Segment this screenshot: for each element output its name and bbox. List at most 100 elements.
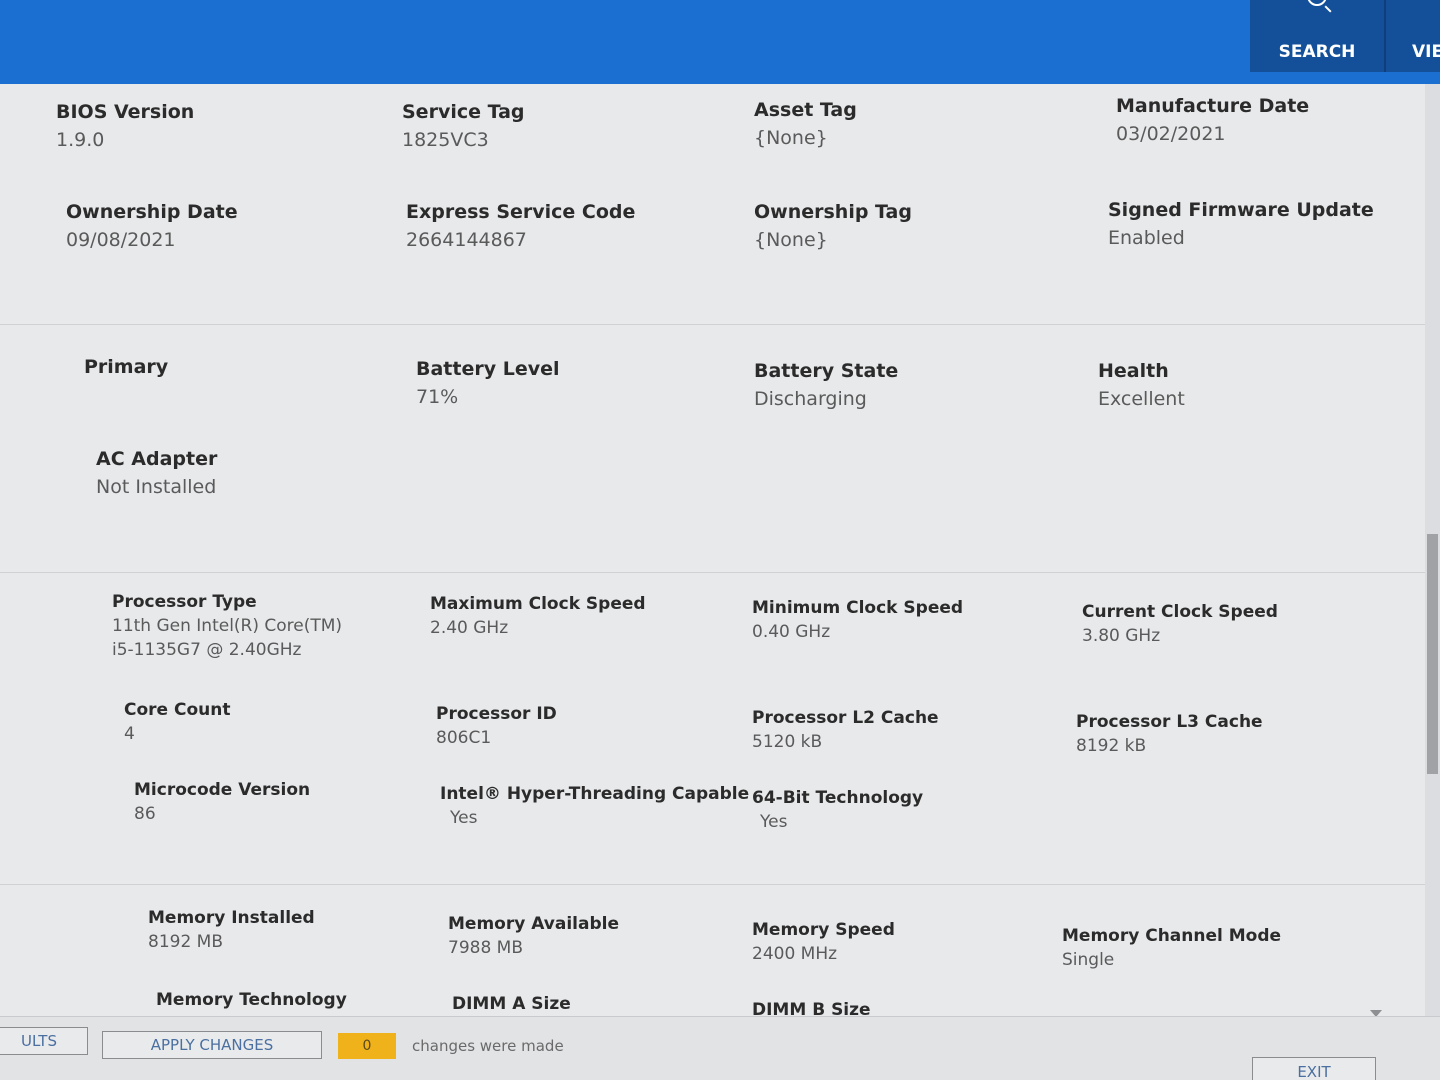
l2-cache-field: Processor L2 Cache 5120 kB: [752, 707, 1072, 755]
express-service-code-value: 2664144867: [406, 228, 527, 251]
bios-version-label: BIOS Version: [56, 101, 195, 123]
top-header-bar: SEARCH VIE: [0, 0, 1440, 84]
min-clock-field: Minimum Clock Speed 0.40 GHz: [752, 597, 1072, 645]
service-tag-field: Service Tag 1825VC3: [402, 100, 722, 153]
search-button[interactable]: SEARCH: [1250, 0, 1384, 72]
system-section: BIOS Version 1.9.0 Service Tag 1825VC3 A…: [0, 84, 1425, 324]
search-button-label: SEARCH: [1278, 42, 1356, 62]
microcode-version-value: 86: [134, 804, 156, 825]
dimm-b-size-label: DIMM B Size: [752, 1000, 871, 1016]
manufacture-date-label: Manufacture Date: [1116, 95, 1310, 117]
max-clock-field: Maximum Clock Speed 2.40 GHz: [430, 593, 750, 641]
processor-id-value: 806C1: [436, 728, 492, 749]
processor-type-field: Processor Type 11th Gen Intel(R) Core(TM…: [112, 591, 412, 663]
64bit-technology-value: Yes: [760, 812, 788, 833]
battery-state-label: Battery State: [754, 360, 899, 382]
battery-state-field: Battery State Discharging: [754, 359, 1074, 412]
signed-firmware-update-field: Signed Firmware Update Enabled: [1108, 198, 1425, 251]
primary-battery-label: Primary: [84, 356, 169, 378]
l3-cache-label: Processor L3 Cache: [1076, 712, 1263, 732]
processor-type-value-line1: 11th Gen Intel(R) Core(TM): [112, 616, 343, 637]
asset-tag-value: {None}: [754, 126, 828, 149]
ownership-tag-field: Ownership Tag {None}: [754, 200, 1074, 253]
l2-cache-label: Processor L2 Cache: [752, 708, 939, 728]
l2-cache-value: 5120 kB: [752, 732, 823, 753]
signed-firmware-update-label: Signed Firmware Update: [1108, 199, 1374, 221]
restore-defaults-button[interactable]: ULTS: [0, 1027, 88, 1055]
battery-level-label: Battery Level: [416, 358, 560, 380]
vertical-scrollbar[interactable]: [1425, 84, 1440, 1016]
current-clock-field: Current Clock Speed 3.80 GHz: [1082, 601, 1402, 649]
min-clock-label: Minimum Clock Speed: [752, 598, 964, 618]
signed-firmware-update-value: Enabled: [1108, 226, 1185, 249]
core-count-field: Core Count 4: [124, 699, 444, 747]
ownership-date-field: Ownership Date 09/08/2021: [66, 200, 386, 253]
battery-section: Primary Battery Level 71% Battery State …: [0, 324, 1425, 562]
ac-adapter-field: AC Adapter Not Installed: [96, 447, 416, 500]
64bit-technology-field: 64-Bit Technology Yes: [752, 787, 1072, 835]
l3-cache-value: 8192 kB: [1076, 736, 1147, 757]
service-tag-label: Service Tag: [402, 101, 525, 123]
memory-channel-mode-label: Memory Channel Mode: [1062, 926, 1282, 946]
express-service-code-label: Express Service Code: [406, 201, 636, 223]
memory-available-value: 7988 MB: [448, 938, 523, 959]
memory-available-label: Memory Available: [448, 914, 619, 934]
memory-installed-value: 8192 MB: [148, 932, 223, 953]
memory-channel-mode-value: Single: [1062, 950, 1115, 971]
hyperthreading-value: Yes: [450, 808, 478, 829]
processor-id-label: Processor ID: [436, 704, 557, 724]
asset-tag-field: Asset Tag {None}: [754, 98, 1074, 151]
battery-health-label: Health: [1098, 360, 1169, 382]
ownership-tag-label: Ownership Tag: [754, 201, 912, 223]
battery-state-value: Discharging: [754, 387, 867, 410]
dimm-b-size-field: DIMM B Size: [752, 999, 1072, 1016]
manufacture-date-value: 03/02/2021: [1116, 122, 1226, 145]
bios-version-field: BIOS Version 1.9.0: [56, 100, 376, 153]
core-count-value: 4: [124, 724, 135, 745]
processor-id-field: Processor ID 806C1: [436, 703, 756, 751]
battery-level-field: Battery Level 71%: [416, 357, 736, 410]
service-tag-value: 1825VC3: [402, 128, 489, 151]
memory-technology-label: Memory Technology: [156, 990, 347, 1010]
64bit-technology-label: 64-Bit Technology: [752, 788, 924, 808]
core-count-label: Core Count: [124, 700, 231, 720]
ownership-date-value: 09/08/2021: [66, 228, 176, 251]
restore-defaults-label: ULTS: [21, 1032, 57, 1050]
memory-installed-label: Memory Installed: [148, 908, 315, 928]
memory-installed-field: Memory Installed 8192 MB: [148, 907, 468, 955]
current-clock-value: 3.80 GHz: [1082, 626, 1161, 647]
express-service-code-field: Express Service Code 2664144867: [406, 200, 726, 253]
min-clock-value: 0.40 GHz: [752, 622, 831, 643]
memory-section: Memory Installed 8192 MB Memory Availabl…: [0, 884, 1425, 1016]
scrollbar-thumb[interactable]: [1427, 534, 1438, 774]
system-information-panel: BIOS Version 1.9.0 Service Tag 1825VC3 A…: [0, 84, 1425, 1016]
exit-button-label: EXIT: [1297, 1063, 1331, 1080]
view-button[interactable]: VIE: [1386, 0, 1440, 72]
memory-available-field: Memory Available 7988 MB: [448, 913, 768, 961]
memory-speed-field: Memory Speed 2400 MHz: [752, 919, 1072, 967]
processor-type-value-line2: i5-1135G7 @ 2.40GHz: [112, 639, 302, 660]
view-button-label: VIE: [1412, 42, 1440, 62]
memory-technology-field: Memory Technology: [156, 989, 476, 1011]
asset-tag-label: Asset Tag: [754, 99, 857, 121]
hyperthreading-field: Intel® Hyper-Threading Capable Yes: [440, 783, 760, 831]
processor-section: Processor Type 11th Gen Intel(R) Core(TM…: [0, 572, 1425, 882]
apply-changes-label: APPLY CHANGES: [150, 1036, 274, 1054]
apply-changes-button[interactable]: APPLY CHANGES: [102, 1031, 322, 1059]
ac-adapter-value: Not Installed: [96, 475, 217, 498]
battery-health-field: Health Excellent: [1098, 359, 1418, 412]
change-count-badge: 0: [338, 1033, 396, 1059]
processor-type-label: Processor Type: [112, 592, 257, 612]
ac-adapter-label: AC Adapter: [96, 448, 218, 470]
memory-speed-value: 2400 MHz: [752, 944, 838, 965]
memory-channel-mode-field: Memory Channel Mode Single: [1062, 925, 1382, 973]
search-icon: [1307, 0, 1327, 6]
l3-cache-field: Processor L3 Cache 8192 kB: [1076, 711, 1396, 759]
current-clock-label: Current Clock Speed: [1082, 602, 1278, 622]
max-clock-label: Maximum Clock Speed: [430, 594, 646, 614]
dimm-a-size-field: DIMM A Size: [452, 993, 772, 1015]
microcode-version-field: Microcode Version 86: [134, 779, 454, 827]
max-clock-value: 2.40 GHz: [430, 618, 509, 639]
exit-button[interactable]: EXIT: [1252, 1057, 1376, 1080]
ownership-tag-value: {None}: [754, 228, 828, 251]
